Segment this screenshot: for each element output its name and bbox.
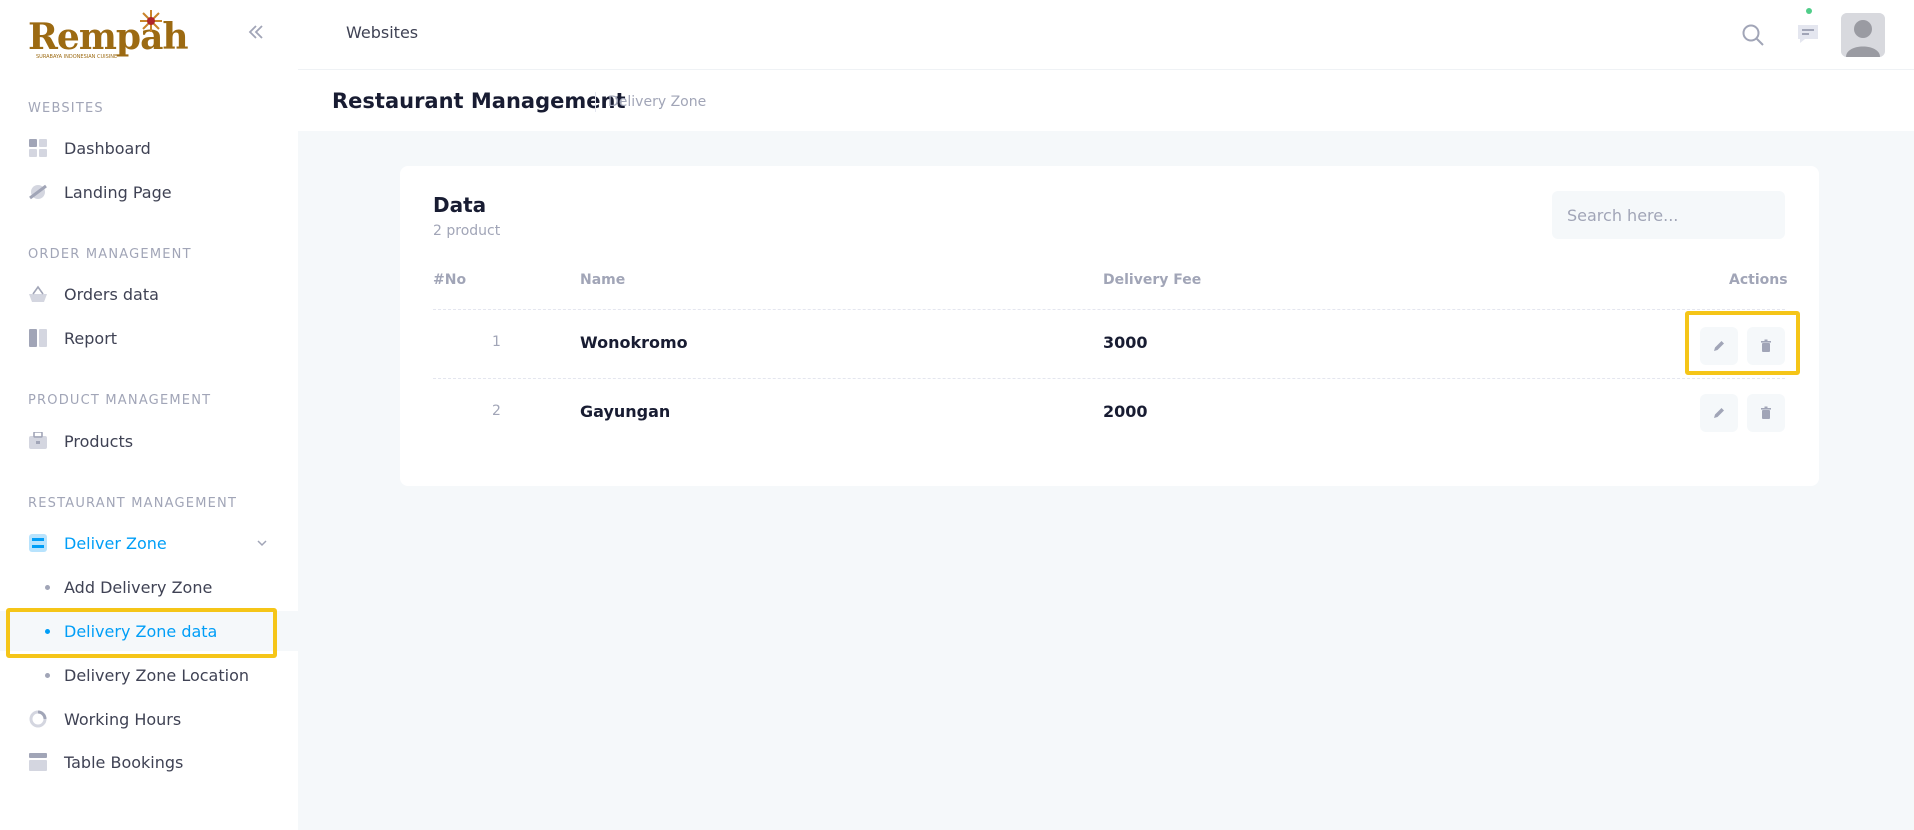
sidebar-item-label: Dashboard xyxy=(64,138,151,158)
zone-name: Wonokromo xyxy=(580,333,688,352)
sidebar-item-label: Deliver Zone xyxy=(64,533,167,553)
section-title-product-management: PRODUCT MANAGEMENT xyxy=(28,393,212,408)
sidebar-item-deliver-zone[interactable]: Deliver Zone xyxy=(0,523,298,563)
edit-button[interactable] xyxy=(1700,327,1738,365)
bullet-icon xyxy=(45,629,50,634)
breadcrumb-divider xyxy=(595,92,596,112)
zone-name: Gayungan xyxy=(580,402,671,421)
card-subtitle: 2 product xyxy=(433,223,501,239)
basket-icon xyxy=(29,285,47,302)
logo-tagline: SURABAYA INDONESIAN CUISINE xyxy=(36,54,118,60)
sidebar-item-orders-data[interactable]: Orders data xyxy=(0,274,298,314)
sidebar-item-report[interactable]: Report xyxy=(0,318,298,358)
delivery-zone-icon xyxy=(29,534,47,552)
sidebar-subitem-delivery-zone-data[interactable]: Delivery Zone data xyxy=(0,611,298,651)
page-toolbar: Restaurant Management Delivery Zone xyxy=(298,70,1914,131)
row-divider xyxy=(433,309,1785,310)
chevron-down-icon xyxy=(257,540,267,547)
sidebar-item-landing-page[interactable]: Landing Page xyxy=(0,172,298,212)
row-number: 1 xyxy=(492,334,501,350)
card-title: Data xyxy=(433,193,487,217)
sidebar-item-label: Landing Page xyxy=(64,182,172,202)
delivery-fee: 2000 xyxy=(1103,402,1148,421)
planet-icon xyxy=(29,184,47,200)
trash-icon xyxy=(1761,406,1771,419)
row-divider xyxy=(433,378,1785,379)
column-header-delivery-fee: Delivery Fee xyxy=(1103,272,1202,288)
bullet-icon xyxy=(45,585,50,590)
column-header-name: Name xyxy=(580,272,626,288)
sidebar-subitem-label: Delivery Zone data xyxy=(64,621,218,641)
dashboard-icon xyxy=(29,139,47,157)
sidebar-subitem-label: Delivery Zone Location xyxy=(64,665,249,685)
section-title-restaurant-management: RESTAURANT MANAGEMENT xyxy=(28,496,238,511)
header-title: Websites xyxy=(346,23,419,42)
briefcase-icon xyxy=(29,432,47,449)
delivery-fee: 3000 xyxy=(1103,333,1148,352)
sidebar-subitem-label: Add Delivery Zone xyxy=(64,577,213,597)
pencil-icon xyxy=(1714,408,1724,418)
user-avatar[interactable] xyxy=(1841,13,1885,57)
delete-button[interactable] xyxy=(1747,394,1785,432)
collapse-sidebar-button[interactable] xyxy=(244,20,268,44)
logo-star-icon xyxy=(140,10,162,32)
sidebar-item-table-bookings[interactable]: Table Bookings xyxy=(0,742,298,782)
user-icon xyxy=(1841,13,1885,57)
sidebar-item-dashboard[interactable]: Dashboard xyxy=(0,128,298,168)
data-card: Data 2 product #No Name Delivery Fee Act… xyxy=(400,166,1819,486)
search-icon[interactable] xyxy=(1741,23,1765,47)
trash-icon xyxy=(1761,339,1771,352)
sidebar-item-label: Working Hours xyxy=(64,709,182,729)
sidebar-item-working-hours[interactable]: Working Hours xyxy=(0,699,298,739)
top-header: Websites xyxy=(298,0,1914,70)
sidebar-item-label: Report xyxy=(64,328,118,348)
sidebar-subitem-add-delivery-zone[interactable]: Add Delivery Zone xyxy=(0,567,298,607)
sidebar-item-label: Orders data xyxy=(64,284,159,304)
column-header-actions: Actions xyxy=(1729,272,1788,288)
row-number: 2 xyxy=(492,403,501,419)
edit-button[interactable] xyxy=(1700,394,1738,432)
sidebar-subitem-delivery-zone-location[interactable]: Delivery Zone Location xyxy=(0,655,298,695)
pencil-icon xyxy=(1714,341,1724,351)
delete-button[interactable] xyxy=(1747,327,1785,365)
notification-dot xyxy=(1806,8,1812,14)
double-chevron-left-icon xyxy=(248,25,263,39)
sidebar-item-products[interactable]: Products xyxy=(0,421,298,461)
brand-logo[interactable]: Rempah SURABAYA INDONESIAN CUISINE xyxy=(28,10,189,60)
page-title: Restaurant Management xyxy=(332,89,626,113)
sidebar-header: Rempah SURABAYA INDONESIAN CUISINE xyxy=(0,0,298,70)
sidebar: Rempah SURABAYA INDONESIAN CUISINE WEBSI… xyxy=(0,0,298,830)
column-header-no: #No xyxy=(433,272,467,288)
section-title-websites: WEBSITES xyxy=(28,101,104,116)
section-title-order-management: ORDER MANAGEMENT xyxy=(28,247,192,262)
breadcrumb: Delivery Zone xyxy=(608,94,707,110)
sidebar-item-label: Products xyxy=(64,431,134,451)
sidebar-item-label: Table Bookings xyxy=(64,752,184,772)
search-input[interactable] xyxy=(1552,191,1785,239)
bullet-icon xyxy=(45,673,50,678)
clock-icon xyxy=(29,710,47,728)
chat-icon[interactable] xyxy=(1796,22,1820,46)
table-icon xyxy=(29,753,47,771)
report-icon xyxy=(29,329,47,347)
